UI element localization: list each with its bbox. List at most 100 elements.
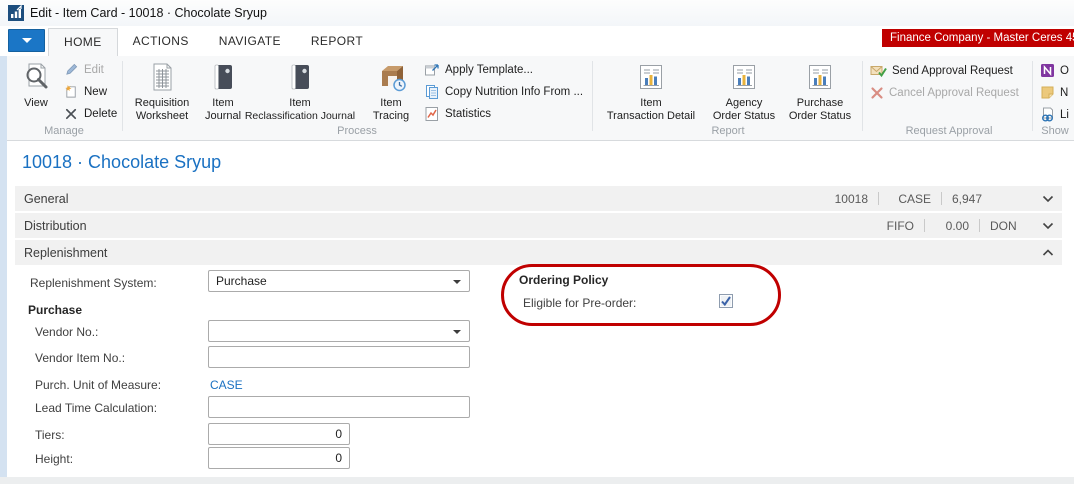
eligible-preorder-checkbox[interactable] [719,294,733,308]
send-approval-request-button[interactable]: Send Approval Request [870,62,1013,79]
copy-nutrition-info-button[interactable]: Copy Nutrition Info From ... [424,83,583,100]
ribbon-group-separator [862,61,863,131]
general-summary-uom: CASE [889,192,931,206]
item-tracing-icon [375,61,407,93]
vendor-item-no-input[interactable] [208,346,470,368]
lead-time-calculation-label: Lead Time Calculation: [35,401,157,415]
fasttab-distribution[interactable]: Distribution FIFO 0.00 DON [15,213,1062,238]
purch-uom-label: Purch. Unit of Measure: [35,378,161,392]
window-bottom-border [0,477,1074,484]
journal-icon [207,61,239,93]
apply-template-label: Apply Template... [445,64,533,76]
item-reclassification-journal-button[interactable]: Item Reclassification Journal [238,58,362,123]
edit-icon [64,62,79,77]
ribbon: View Edit New Delete Manage [0,56,1074,141]
height-value: 0 [335,451,342,465]
view-icon [20,61,52,93]
replenishment-system-combobox[interactable]: Purchase [208,270,470,292]
distribution-summary-cost: 0.00 [935,219,969,233]
statistics-icon [424,106,440,122]
cancel-approval-request-label: Cancel Approval Request [889,87,1019,99]
new-label: New [84,86,107,98]
requisition-worksheet-label-1: Requisition [126,97,198,110]
fasttab-distribution-summary: FIFO 0.00 DON [874,219,1054,233]
chevron-down-icon [22,38,32,43]
ribbon-group-separator [1032,61,1033,131]
requisition-worksheet-button[interactable]: Requisition Worksheet [126,58,198,123]
fasttab-distribution-label: Distribution [24,219,87,233]
statistics-button[interactable]: Statistics [424,105,491,122]
item-transaction-detail-label-2: Transaction Detail [598,110,704,123]
report-chart-icon [635,61,667,93]
summary-divider [979,219,980,232]
report-chart-icon [728,61,760,93]
item-tracing-button[interactable]: Item Tracing [366,58,416,123]
links-button[interactable]: Li [1040,106,1069,123]
tab-report[interactable]: REPORT [296,28,378,56]
general-summary-qty: 6,947 [952,192,996,206]
height-input[interactable]: 0 [208,447,350,469]
onenote-label: O [1060,65,1069,77]
worksheet-icon [146,61,178,93]
purch-uom-value-link[interactable]: CASE [210,378,243,392]
application-menu-button[interactable] [8,29,45,52]
tab-navigate[interactable]: NAVIGATE [204,28,296,56]
edit-label: Edit [84,64,104,76]
apply-template-button[interactable]: Apply Template... [424,61,533,78]
onenote-button[interactable]: O [1040,62,1069,79]
chevron-down-icon[interactable] [1042,222,1054,230]
notes-button[interactable]: N [1040,84,1068,101]
replenishment-system-label: Replenishment System: [30,276,157,290]
tiers-value: 0 [335,427,342,441]
item-transaction-detail-button[interactable]: Item Transaction Detail [598,58,704,123]
requisition-worksheet-label-2: Worksheet [126,110,198,123]
tab-home[interactable]: HOME [48,28,118,56]
company-badge: Finance Company - Master Ceres 45 [882,29,1074,47]
new-button[interactable]: New [64,83,107,100]
copy-nutrition-info-label: Copy Nutrition Info From ... [445,86,583,98]
vendor-no-combobox[interactable] [208,320,470,342]
agency-order-status-label-1: Agency [708,97,780,110]
chevron-up-icon[interactable] [1042,249,1054,257]
view-button[interactable]: View [14,58,58,110]
copy-icon [424,84,440,100]
lead-time-calculation-input[interactable] [208,396,470,418]
statistics-label: Statistics [445,108,491,120]
cancel-approval-request-button[interactable]: Cancel Approval Request [870,84,1019,101]
item-tracing-label-1: Item [366,97,416,110]
fasttab-general-label: General [24,192,68,206]
vendor-no-label: Vendor No.: [35,325,98,339]
purchase-order-status-button[interactable]: Purchase Order Status [782,58,858,123]
purchase-order-status-label-1: Purchase [782,97,858,110]
request-approval-group-label: Request Approval [866,125,1032,137]
report-group-label: Report [596,125,860,137]
vendor-item-no-label: Vendor Item No.: [35,351,125,365]
fasttab-general[interactable]: General 10018 CASE 6,947 [15,186,1062,211]
purchase-order-status-label-2: Order Status [782,110,858,123]
ribbon-tab-row: HOME ACTIONS NAVIGATE REPORT Finance Com… [0,26,1074,56]
edit-button[interactable]: Edit [64,61,104,78]
tab-actions[interactable]: ACTIONS [118,28,204,56]
summary-divider [878,192,879,205]
fasttab-replenishment-label: Replenishment [24,246,107,260]
process-group-label: Process [126,125,588,137]
distribution-summary-costing: FIFO [874,219,914,233]
delete-button[interactable]: Delete [64,105,117,122]
fasttab-general-summary: 10018 CASE 6,947 [804,192,1054,206]
chevron-down-icon[interactable] [1042,195,1054,203]
show-group-label: Show [1036,125,1074,137]
distribution-summary-code: DON [990,219,1026,233]
apply-template-icon [424,62,440,78]
tiers-input[interactable]: 0 [208,423,350,445]
links-icon [1040,107,1055,122]
agency-order-status-label-2: Order Status [708,110,780,123]
window-left-border [0,56,7,477]
window-titlebar: Edit - Item Card - 10018 · Chocolate Sry… [0,0,1074,26]
view-label: View [14,97,58,110]
fasttab-replenishment[interactable]: Replenishment [15,240,1062,265]
delete-label: Delete [84,108,117,120]
ribbon-group-separator [122,61,123,131]
onenote-icon [1040,63,1055,78]
agency-order-status-button[interactable]: Agency Order Status [708,58,780,123]
ribbon-group-separator [592,61,593,131]
